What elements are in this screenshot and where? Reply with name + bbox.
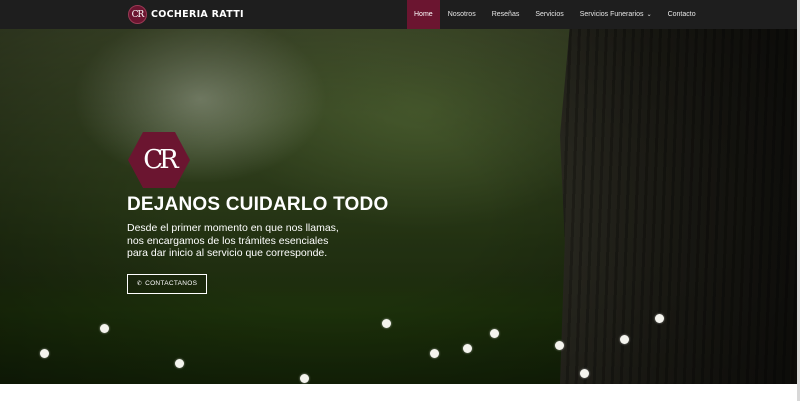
hero-content: CR DEJANOS CUIDARLO TODO Desde el primer… xyxy=(127,131,447,294)
contact-button[interactable]: ✆ CONTACTANOS xyxy=(127,273,207,294)
flower-icon xyxy=(655,314,664,323)
nav-item-servicios-funerarios[interactable]: Servicios Funerarios ⌄ xyxy=(572,0,660,29)
flower-icon xyxy=(555,341,564,350)
brand-name: COCHERIA RATTI xyxy=(151,9,244,20)
hero-logo-text: CR xyxy=(143,145,178,175)
nav-item-label: Contacto xyxy=(667,11,696,18)
hero-section: CR DEJANOS CUIDARLO TODO Desde el primer… xyxy=(0,29,800,384)
nav-item-contacto[interactable]: Contacto xyxy=(660,0,704,29)
nav-item-label: Servicios xyxy=(535,11,564,18)
nav-item-label: Reseñas xyxy=(491,11,520,18)
brand-logo: CR xyxy=(128,5,147,24)
hero-description-line: Desde el primer momento en que nos llama… xyxy=(127,222,339,234)
flower-icon xyxy=(620,335,629,344)
nav-item-servicios[interactable]: Servicios xyxy=(527,0,571,29)
hero-title: DEJANOS CUIDARLO TODO xyxy=(127,194,389,215)
navbar: CR COCHERIA RATTI Home Nosotros Reseñas … xyxy=(0,0,800,29)
nav-item-home[interactable]: Home xyxy=(407,0,440,29)
page-content-start xyxy=(0,384,800,401)
contact-button-label: CONTACTANOS xyxy=(145,280,198,287)
hero-description: Desde el primer momento en que nos llama… xyxy=(127,222,447,260)
flower-icon xyxy=(430,349,439,358)
nav-item-label: Home xyxy=(414,11,433,18)
flower-icon xyxy=(580,369,589,378)
nav-menu: Home Nosotros Reseñas Servicios Servicio… xyxy=(407,0,704,29)
chevron-down-icon: ⌄ xyxy=(646,12,652,18)
flower-icon xyxy=(382,319,391,328)
hero-logo: CR xyxy=(127,131,191,189)
nav-item-nosotros[interactable]: Nosotros xyxy=(440,0,484,29)
phone-icon: ✆ xyxy=(136,281,143,287)
flower-icon xyxy=(175,359,184,368)
flower-icon xyxy=(490,329,499,338)
flower-icon xyxy=(300,374,309,383)
nav-item-resenas[interactable]: Reseñas xyxy=(484,0,528,29)
nav-item-label: Servicios Funerarios xyxy=(579,11,644,18)
flower-icon xyxy=(40,349,49,358)
brand-link[interactable]: CR COCHERIA RATTI xyxy=(128,4,244,25)
hero-description-line: nos encargamos de los trámites esenciale… xyxy=(127,234,329,247)
flower-icon xyxy=(463,344,472,353)
flower-icon xyxy=(100,324,109,333)
hero-description-line: para dar inicio al servicio que correspo… xyxy=(127,247,328,259)
nav-item-label: Nosotros xyxy=(447,11,476,18)
